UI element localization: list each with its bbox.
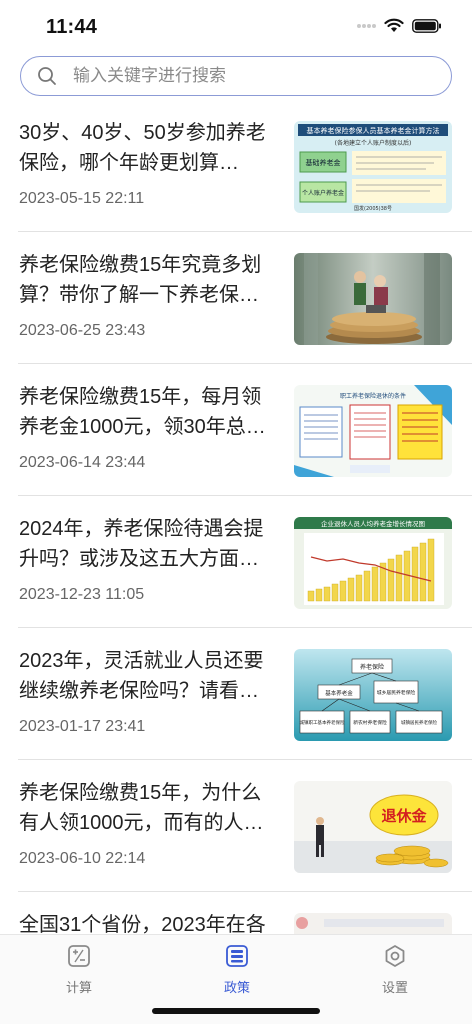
article-time: 2023-12-23 11:05	[19, 586, 145, 603]
thumb-header-text: 基本养老保险参保人员基本养老金计算方法	[307, 126, 440, 135]
article-thumbnail: 职工养老保险退休的条件	[294, 385, 452, 477]
article-title: 养老保险缴费15年究竟多划算？带你了解一下养老保…	[19, 254, 262, 306]
thumb-box-text: 城乡居民养老保险	[377, 689, 416, 696]
thumb-header-text: 企业退休人员人均养老金增长情况图	[321, 519, 425, 528]
article-thumbnail	[294, 913, 452, 934]
status-time: 11:44	[46, 16, 98, 38]
article-time: 2023-06-10 22:14	[19, 850, 146, 867]
article-title: 养老保险缴费15年，每月领养老金1000元，领30年总…	[19, 386, 266, 438]
tab-label: 政策	[223, 980, 250, 995]
list-item[interactable]: 养老保险缴费15年，为什么有人领1000元，而有的人… 2023-06-10 2…	[18, 760, 472, 892]
calculator-icon	[66, 943, 92, 969]
status-icons	[356, 18, 442, 33]
article-title: 全国31个省份，2023年在各	[19, 914, 266, 934]
document-list-icon	[224, 943, 250, 969]
article-thumbnail	[294, 253, 452, 345]
tab-label: 计算	[65, 980, 92, 995]
search-icon	[37, 66, 57, 86]
signal-icon	[356, 20, 376, 32]
list-item[interactable]: 2023年，灵活就业人员还要继续缴养老保险吗？请看… 2023-01-17 23…	[18, 628, 472, 760]
article-thumbnail: 企业退休人员人均养老金增长情况图	[294, 517, 452, 609]
thumb-header-text: 职工养老保险退休的条件	[340, 392, 406, 400]
thumb-sign-text: 退休金	[381, 807, 427, 825]
article-thumbnail: 退休金	[294, 781, 452, 873]
thumb-box-text: 新农村养老保险	[353, 719, 387, 726]
tab-calculate[interactable]: 计算	[19, 935, 139, 1005]
status-bar: 11:44	[0, 0, 472, 50]
article-time: 2023-06-25 23:43	[19, 322, 146, 339]
tab-policy[interactable]: 政策	[177, 935, 297, 1005]
tab-label: 设置	[381, 980, 408, 995]
article-title: 2023年，灵活就业人员还要继续缴养老保险吗？请看…	[19, 650, 264, 702]
article-thumbnail: 养老保险 基本养老金 城乡居民养老保险 城镇职工基本养老保险 新农村养老保险 城…	[294, 649, 452, 741]
thumb-box-text: 城镇居民养老保险	[401, 719, 437, 726]
article-title: 30岁、40岁、50岁参加养老保险，哪个年龄更划算…	[19, 122, 266, 174]
home-indicator	[152, 1008, 320, 1014]
search-bar[interactable]	[20, 56, 452, 96]
thumb-box-text: 个人账户养老金	[302, 189, 344, 197]
article-list[interactable]: 30岁、40岁、50岁参加养老保险，哪个年龄更划算… 2023-05-15 22…	[0, 100, 472, 934]
article-thumbnail: 基本养老保险参保人员基本养老金计算方法 (各地建立个人账户制度以后) 基础养老金…	[294, 121, 452, 213]
battery-icon	[412, 18, 442, 33]
list-item[interactable]: 30岁、40岁、50岁参加养老保险，哪个年龄更划算… 2023-05-15 22…	[18, 100, 472, 232]
article-time: 2023-05-15 22:11	[19, 190, 145, 207]
article-time: 2023-01-17 23:41	[19, 718, 146, 735]
thumb-box-text: 基础养老金	[306, 158, 341, 167]
search-input[interactable]	[73, 66, 433, 86]
wifi-icon	[384, 18, 404, 33]
list-item[interactable]: 养老保险缴费15年究竟多划算？带你了解一下养老保… 2023-06-25 23:…	[18, 232, 472, 364]
thumb-sub-text: (各地建立个人账户制度以后)	[335, 139, 412, 147]
thumb-footer-text: 国发(2005)38号	[354, 205, 392, 212]
thumb-box-text: 养老保险	[360, 663, 384, 671]
tab-settings[interactable]: 设置	[335, 935, 455, 1005]
thumb-box-text: 城镇职工基本养老保险	[300, 719, 345, 726]
list-item[interactable]: 养老保险缴费15年，每月领养老金1000元，领30年总… 2023-06-14 …	[18, 364, 472, 496]
list-item[interactable]: 全国31个省份，2023年在各	[18, 892, 472, 934]
list-item[interactable]: 2024年，养老保险待遇会提升吗？或涉及这五大方面… 2023-12-23 11…	[18, 496, 472, 628]
hexagon-settings-icon	[382, 943, 408, 969]
article-title: 2024年，养老保险待遇会提升吗？或涉及这五大方面…	[19, 518, 264, 570]
article-time: 2023-06-14 23:44	[19, 454, 146, 471]
thumb-box-text: 基本养老金	[325, 689, 353, 697]
article-title: 养老保险缴费15年，为什么有人领1000元，而有的人…	[19, 782, 264, 834]
